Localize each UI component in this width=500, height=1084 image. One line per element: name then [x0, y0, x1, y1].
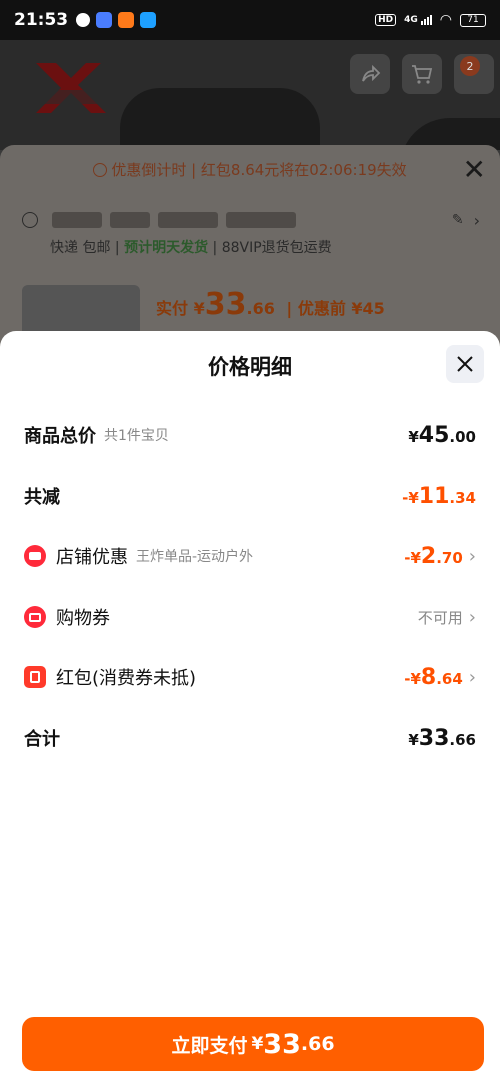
chevron-right-icon: ›: [468, 666, 476, 688]
chevron-right-icon: ›: [468, 606, 476, 628]
amount: ¥45.00: [408, 422, 476, 448]
pay-now-button[interactable]: 立即支付 ¥33.66: [22, 1017, 484, 1071]
address-blurred: [52, 212, 102, 228]
edit-icon: ✎: [451, 212, 464, 228]
row-label: 合计: [24, 729, 60, 750]
share-button[interactable]: [350, 54, 390, 94]
row-total-discount: 共减 -¥11.34: [0, 476, 500, 516]
cart-badge: 2: [460, 56, 480, 76]
row-label: 店铺优惠: [56, 547, 128, 568]
chat-app-icon: [76, 13, 91, 27]
voucher-icon: [24, 606, 46, 628]
signal-icon: 4G: [404, 15, 432, 25]
row-sublabel: 王炸单品-运动户外: [136, 549, 254, 565]
row-store-discount[interactable]: 店铺优惠 王炸单品-运动户外 -¥2.70 ›: [0, 536, 500, 576]
amount: -¥2.70: [404, 543, 463, 569]
app-icon-play: [140, 12, 157, 28]
row-goods-total: 商品总价 共1件宝贝 ¥45.00: [0, 415, 500, 455]
clock-icon: [93, 163, 108, 177]
cart-button[interactable]: [402, 54, 442, 94]
red-packet-icon: [24, 666, 46, 688]
status-bar: 21:53 HD 4G ◠ 71: [0, 0, 500, 40]
pay-price-line: 实付 ¥33.66 | 优惠前 ¥45: [156, 287, 385, 322]
store-discount-icon: [24, 545, 46, 567]
price-detail-modal: 价格明细 商品总价 共1件宝贝 ¥45.00 共减 -¥11.34 店铺优惠 王…: [0, 331, 500, 1084]
row-label: 商品总价: [24, 426, 96, 447]
row-label: 红包(消费券未抵): [56, 668, 197, 689]
battery-level: 71: [467, 15, 479, 25]
amount: -¥11.34: [402, 483, 476, 509]
hd-icon: HD: [375, 14, 397, 26]
pay-button-label: 立即支付: [171, 1034, 248, 1057]
order-sheet-close-icon[interactable]: ✕: [463, 153, 486, 186]
cart-icon: [412, 65, 433, 84]
row-label: 共减: [24, 487, 60, 508]
close-button[interactable]: [446, 345, 484, 383]
status-indicators: HD 4G ◠ 71: [375, 12, 486, 28]
app-icon-blue: [96, 12, 113, 28]
address-row[interactable]: ✎ ›: [22, 209, 480, 231]
voucher-status: 不可用: [417, 608, 463, 627]
product-header-background: 2: [0, 40, 500, 150]
close-icon: [457, 356, 473, 372]
shipping-method: 快递 包邮: [50, 240, 111, 256]
amount: -¥8.64: [404, 664, 463, 690]
amount: ¥33.66: [408, 725, 476, 751]
row-grand-total: 合计 ¥33.66: [0, 718, 500, 758]
share-icon: [362, 64, 381, 82]
network-type: 4G: [404, 15, 418, 25]
row-red-packet[interactable]: 红包(消费券未抵) -¥8.64 ›: [0, 657, 500, 697]
status-time: 21:53: [14, 10, 69, 30]
pay-amount: 33: [263, 1028, 301, 1060]
row-shopping-voucher[interactable]: 购物券 不可用 ›: [0, 597, 500, 637]
product-image-shirt: [120, 88, 320, 150]
battery-icon: 71: [460, 13, 486, 27]
delivery-estimate: 预计明天发货: [124, 240, 209, 256]
app-icon-orange: [118, 12, 135, 28]
chevron-right-icon: ›: [468, 545, 476, 567]
modal-title: 价格明细: [208, 355, 292, 379]
countdown-banner: 优惠倒计时 | 红包8.64元将在02:06:19失效: [0, 159, 500, 180]
wifi-icon: ◠: [439, 12, 452, 28]
countdown-text: 优惠倒计时 | 红包8.64元将在02:06:19失效: [111, 161, 407, 179]
row-sublabel: 共1件宝贝: [104, 428, 169, 444]
location-icon: [22, 212, 38, 228]
chevron-right-icon: ›: [473, 210, 480, 230]
return-policy: 88VIP退货包运费: [221, 240, 332, 256]
row-label: 购物券: [56, 608, 110, 629]
shipping-info: 快递 包邮 | 预计明天发货 | 88VIP退货包运费: [50, 240, 332, 256]
